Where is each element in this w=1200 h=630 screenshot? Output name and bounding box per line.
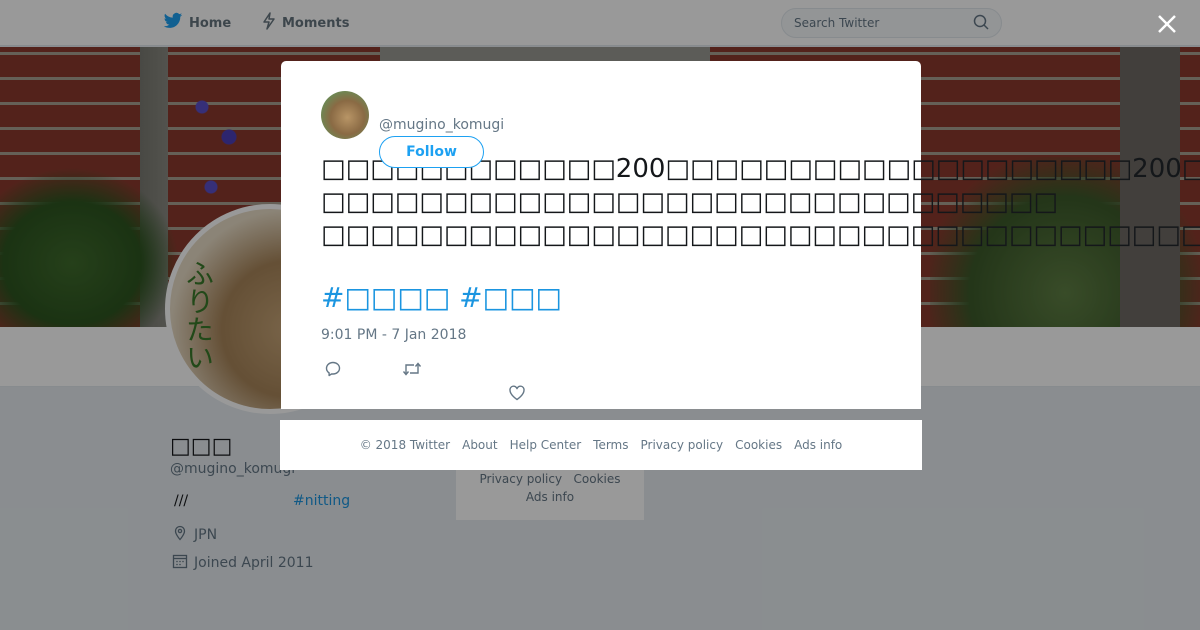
close-button[interactable] (1153, 10, 1181, 38)
tweet-hashtags[interactable]: #□□□□ #□□□ (321, 281, 562, 314)
heart-icon (509, 385, 525, 401)
retweet-icon (402, 362, 422, 376)
footer-ads-link[interactable]: Ads info (794, 438, 842, 452)
follow-button[interactable]: Follow (379, 136, 484, 168)
reply-icon (325, 361, 341, 377)
retweet-button[interactable] (402, 359, 422, 379)
tweet-author-avatar[interactable] (321, 91, 369, 139)
footer-copyright: © 2018 Twitter (359, 438, 451, 452)
tweet-timestamp[interactable]: 9:01 PM - 7 Jan 2018 (321, 327, 466, 343)
tweet-modal: @mugino_komugi □□□□□□□□□□□□200□□□□□□□□□□… (281, 61, 1200, 409)
footer-terms-link[interactable]: Terms (593, 438, 628, 452)
footer-privacy-link[interactable]: Privacy policy (641, 438, 724, 452)
close-icon (1158, 15, 1176, 33)
footer-cookies-link[interactable]: Cookies (735, 438, 782, 452)
footer-about-link[interactable]: About (462, 438, 497, 452)
footer-help-link[interactable]: Help Center (510, 438, 582, 452)
like-button[interactable] (507, 383, 527, 403)
reply-button[interactable] (323, 359, 343, 379)
modal-footer: © 2018 Twitter About Help Center Terms P… (280, 420, 922, 470)
tweet-author-handle[interactable]: @mugino_komugi (379, 117, 504, 133)
